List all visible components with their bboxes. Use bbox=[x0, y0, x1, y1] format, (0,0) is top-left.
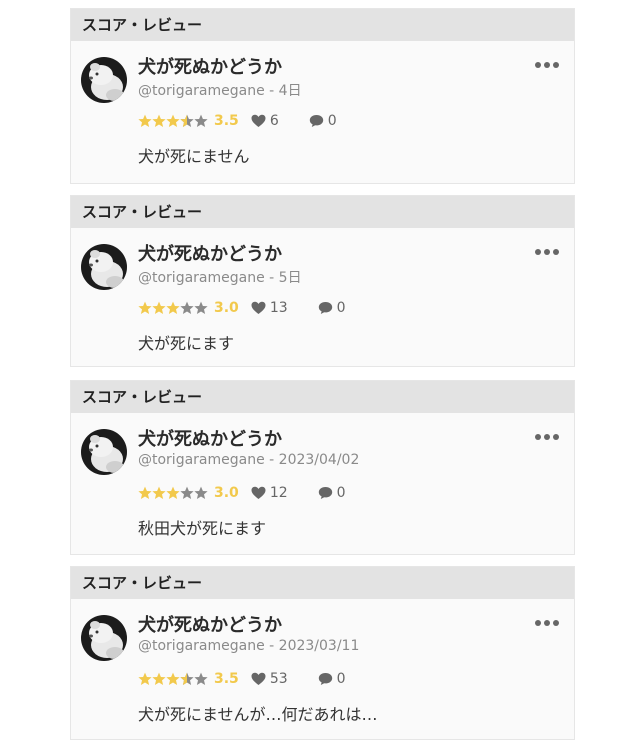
review-date: 5日 bbox=[278, 270, 302, 286]
star-filled-icon bbox=[138, 672, 152, 685]
star-filled-icon bbox=[152, 301, 166, 314]
comment-icon bbox=[318, 487, 332, 499]
avatar[interactable] bbox=[81, 57, 127, 103]
section-header: スコア・レビュー bbox=[71, 381, 574, 413]
comment-count: 0 bbox=[336, 300, 346, 316]
comment-count: 0 bbox=[336, 485, 346, 501]
review-text: 犬が死にます bbox=[138, 334, 235, 353]
heart-icon bbox=[251, 672, 266, 685]
review-meta: @torigaramegane - 2023/03/11 bbox=[138, 638, 359, 654]
star-filled-icon bbox=[152, 672, 166, 685]
star-half-icon bbox=[180, 672, 194, 685]
comment-button[interactable]: 0 bbox=[309, 113, 337, 129]
comment-button[interactable]: 0 bbox=[318, 671, 346, 687]
score-value: 3.0 bbox=[214, 300, 239, 316]
author-handle[interactable]: @torigaramegane bbox=[138, 83, 265, 99]
review-card[interactable]: スコア・レビュー 犬が死ぬかどうか @torigaramegane - 2023… bbox=[70, 566, 575, 740]
comment-icon bbox=[318, 302, 332, 314]
heart-icon bbox=[251, 114, 266, 127]
more-options-icon[interactable] bbox=[534, 246, 560, 258]
review-title[interactable]: 犬が死ぬかどうか bbox=[138, 611, 282, 637]
heart-icon bbox=[251, 486, 266, 499]
review-date: 4日 bbox=[278, 83, 302, 99]
meta-separator: - bbox=[264, 270, 279, 286]
star-rating bbox=[138, 486, 208, 500]
star-half-icon bbox=[180, 114, 194, 127]
star-filled-icon bbox=[152, 114, 166, 127]
star-filled-icon bbox=[166, 486, 180, 499]
star-filled-icon bbox=[138, 301, 152, 314]
review-stats: 3.5 53 0 bbox=[138, 670, 346, 688]
review-title[interactable]: 犬が死ぬかどうか bbox=[138, 425, 282, 451]
star-rating bbox=[138, 301, 208, 315]
star-filled-icon bbox=[138, 114, 152, 127]
star-filled-icon bbox=[152, 486, 166, 499]
star-rating bbox=[138, 672, 208, 686]
section-header: スコア・レビュー bbox=[71, 196, 574, 228]
review-card[interactable]: スコア・レビュー 犬が死ぬかどうか @torigaramegane - 2023… bbox=[70, 380, 575, 555]
comment-count: 0 bbox=[327, 113, 337, 129]
author-handle[interactable]: @torigaramegane bbox=[138, 638, 265, 654]
review-stats: 3.0 12 0 bbox=[138, 484, 346, 502]
review-meta: @torigaramegane - 5日 bbox=[138, 267, 302, 287]
review-meta: @torigaramegane - 4日 bbox=[138, 80, 302, 100]
review-card[interactable]: スコア・レビュー 犬が死ぬかどうか @torigaramegane - 4日 3… bbox=[70, 8, 575, 184]
like-button[interactable]: 12 bbox=[251, 485, 288, 501]
meta-separator: - bbox=[264, 83, 279, 99]
author-handle[interactable]: @torigaramegane bbox=[138, 452, 265, 468]
star-filled-icon bbox=[166, 672, 180, 685]
avatar[interactable] bbox=[81, 244, 127, 290]
star-filled-icon bbox=[138, 486, 152, 499]
like-button[interactable]: 13 bbox=[251, 300, 288, 316]
star-empty-icon bbox=[194, 114, 208, 127]
review-stats: 3.5 6 0 bbox=[138, 112, 337, 130]
score-value: 3.5 bbox=[214, 671, 239, 687]
section-header: スコア・レビュー bbox=[71, 9, 574, 41]
score-value: 3.0 bbox=[214, 485, 239, 501]
like-button[interactable]: 53 bbox=[251, 671, 288, 687]
review-date: 2023/04/02 bbox=[278, 452, 360, 468]
review-title[interactable]: 犬が死ぬかどうか bbox=[138, 240, 282, 266]
like-count: 6 bbox=[269, 113, 279, 129]
comment-icon bbox=[309, 115, 323, 127]
meta-separator: - bbox=[264, 638, 279, 654]
comment-button[interactable]: 0 bbox=[318, 300, 346, 316]
star-empty-icon bbox=[180, 301, 194, 314]
more-options-icon[interactable] bbox=[534, 617, 560, 629]
comment-count: 0 bbox=[336, 671, 346, 687]
star-empty-icon bbox=[194, 672, 208, 685]
author-handle[interactable]: @torigaramegane bbox=[138, 270, 265, 286]
more-options-icon[interactable] bbox=[534, 59, 560, 71]
review-text: 秋田犬が死にます bbox=[138, 519, 267, 538]
review-card[interactable]: スコア・レビュー 犬が死ぬかどうか @torigaramegane - 5日 3… bbox=[70, 195, 575, 367]
star-empty-icon bbox=[180, 486, 194, 499]
star-filled-icon bbox=[166, 301, 180, 314]
section-header: スコア・レビュー bbox=[71, 567, 574, 599]
score-value: 3.5 bbox=[214, 113, 239, 129]
comment-button[interactable]: 0 bbox=[318, 485, 346, 501]
star-empty-icon bbox=[194, 301, 208, 314]
review-title[interactable]: 犬が死ぬかどうか bbox=[138, 53, 282, 79]
meta-separator: - bbox=[264, 452, 279, 468]
review-meta: @torigaramegane - 2023/04/02 bbox=[138, 452, 359, 468]
review-text: 犬が死にませんが…何だあれは… bbox=[138, 705, 378, 724]
like-button[interactable]: 6 bbox=[251, 113, 279, 129]
review-date: 2023/03/11 bbox=[278, 638, 360, 654]
heart-icon bbox=[251, 301, 266, 314]
like-count: 53 bbox=[269, 671, 288, 687]
star-rating bbox=[138, 114, 208, 128]
like-count: 13 bbox=[269, 300, 288, 316]
avatar[interactable] bbox=[81, 615, 127, 661]
review-text: 犬が死にません bbox=[138, 147, 250, 166]
more-options-icon[interactable] bbox=[534, 431, 560, 443]
like-count: 12 bbox=[269, 485, 288, 501]
star-filled-icon bbox=[166, 114, 180, 127]
review-stats: 3.0 13 0 bbox=[138, 299, 346, 317]
comment-icon bbox=[318, 673, 332, 685]
star-empty-icon bbox=[194, 486, 208, 499]
avatar[interactable] bbox=[81, 429, 127, 475]
